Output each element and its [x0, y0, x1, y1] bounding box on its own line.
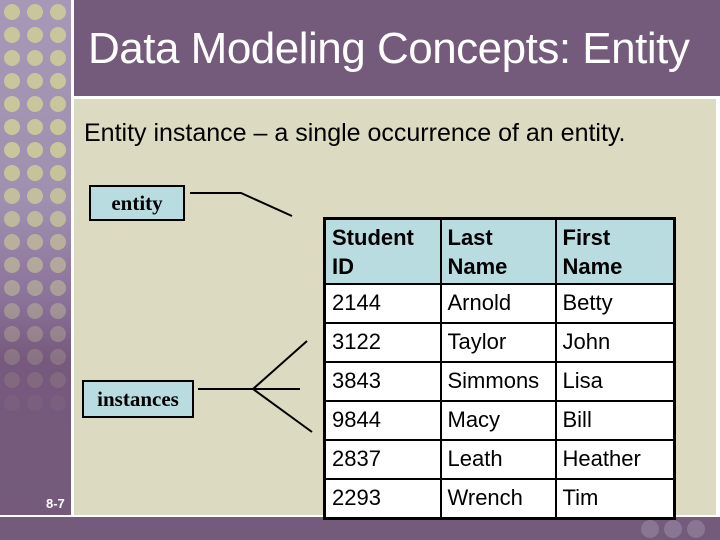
header-first-name: First Name — [554, 217, 676, 285]
decorative-dot — [27, 96, 43, 112]
decorative-dot — [4, 211, 20, 227]
page-number: 8-7 — [46, 496, 65, 511]
cell-student-id: 2144 — [323, 283, 442, 324]
decorative-dot — [27, 188, 43, 204]
decorative-dot — [50, 395, 66, 411]
decorative-dot — [50, 142, 66, 158]
decorative-dot — [27, 165, 43, 181]
decorative-dot — [27, 73, 43, 89]
cell-first-name: Tim — [554, 478, 676, 519]
decorative-dot — [4, 326, 20, 342]
cell-student-id: 2293 — [323, 478, 442, 519]
decorative-dot — [27, 4, 43, 20]
cell-last-name: Arnold — [439, 283, 557, 324]
table-row: 2144 Arnold Betty — [323, 283, 676, 324]
decorative-dot — [27, 326, 43, 342]
cell-student-id: 9844 — [323, 400, 442, 441]
slide-subtitle: Entity instance – a single occurrence of… — [84, 119, 626, 147]
decorative-dot — [50, 326, 66, 342]
decorative-dot — [27, 395, 43, 411]
header-last-name: Last Name — [439, 217, 557, 285]
bottom-bar — [0, 517, 720, 540]
decorative-dot — [27, 142, 43, 158]
decorative-dot — [27, 257, 43, 273]
decorative-dot — [4, 257, 20, 273]
decorative-dot — [4, 96, 20, 112]
decorative-dot — [50, 234, 66, 250]
cell-last-name: Macy — [439, 400, 557, 441]
cell-last-name: Taylor — [439, 322, 557, 363]
table-row: 3843 Simmons Lisa — [323, 361, 676, 402]
decorative-dot — [4, 50, 20, 66]
decorative-dot — [50, 211, 66, 227]
table-row: 3122 Taylor John — [323, 322, 676, 363]
decorative-dot — [27, 50, 43, 66]
decorative-dot — [50, 188, 66, 204]
decorative-dot — [50, 119, 66, 135]
cell-last-name: Wrench — [439, 478, 557, 519]
decorative-dot — [50, 349, 66, 365]
cell-last-name: Leath — [439, 439, 557, 480]
decorative-dot — [50, 73, 66, 89]
decorative-dot — [50, 96, 66, 112]
decorative-dot — [50, 4, 66, 20]
bottom-dot-pattern — [641, 520, 705, 538]
cell-student-id: 3843 — [323, 361, 442, 402]
decorative-dot — [4, 142, 20, 158]
decorative-dot — [27, 27, 43, 43]
decorative-dot — [4, 395, 20, 411]
decorative-dot — [50, 280, 66, 296]
cell-first-name: John — [554, 322, 676, 363]
decorative-dot — [27, 280, 43, 296]
table-row: 2837 Leath Heather — [323, 439, 676, 480]
decorative-dot — [4, 280, 20, 296]
decorative-dot — [4, 119, 20, 135]
cell-student-id: 2837 — [323, 439, 442, 480]
decorative-dot — [4, 188, 20, 204]
decorative-dot — [27, 211, 43, 227]
decorative-dot — [4, 372, 20, 388]
decorative-dot — [4, 349, 20, 365]
table-header-row: Student ID Last Name First Name — [323, 217, 676, 285]
dot-pattern — [4, 4, 66, 411]
decorative-sidebar — [0, 0, 71, 515]
instances-label-box: instances — [82, 380, 194, 418]
cell-first-name: Lisa — [554, 361, 676, 402]
decorative-dot — [27, 372, 43, 388]
header-student-id: Student ID — [323, 217, 442, 285]
decorative-dot — [4, 73, 20, 89]
decorative-dot — [50, 27, 66, 43]
cell-first-name: Heather — [554, 439, 676, 480]
decorative-dot — [50, 257, 66, 273]
decorative-dot — [4, 4, 20, 20]
decorative-dot — [4, 234, 20, 250]
decorative-dot — [50, 303, 66, 319]
decorative-dot — [50, 50, 66, 66]
cell-first-name: Betty — [554, 283, 676, 324]
decorative-dot — [27, 234, 43, 250]
decorative-dot — [4, 303, 20, 319]
decorative-dot — [27, 303, 43, 319]
decorative-dot — [4, 27, 20, 43]
decorative-dot — [4, 165, 20, 181]
title-bar: Data Modeling Concepts: Entity — [74, 0, 720, 96]
table-row: 2293 Wrench Tim — [323, 478, 676, 519]
cell-last-name: Simmons — [439, 361, 557, 402]
decorative-dot — [50, 372, 66, 388]
entity-label-box: entity — [89, 185, 185, 221]
decorative-dot — [27, 119, 43, 135]
cell-student-id: 3122 — [323, 322, 442, 363]
decorative-dot — [50, 165, 66, 181]
cell-first-name: Bill — [554, 400, 676, 441]
decorative-dot — [27, 349, 43, 365]
student-table: Student ID Last Name First Name 2144 Arn… — [323, 217, 676, 520]
table-row: 9844 Macy Bill — [323, 400, 676, 441]
slide-title: Data Modeling Concepts: Entity — [88, 24, 690, 73]
